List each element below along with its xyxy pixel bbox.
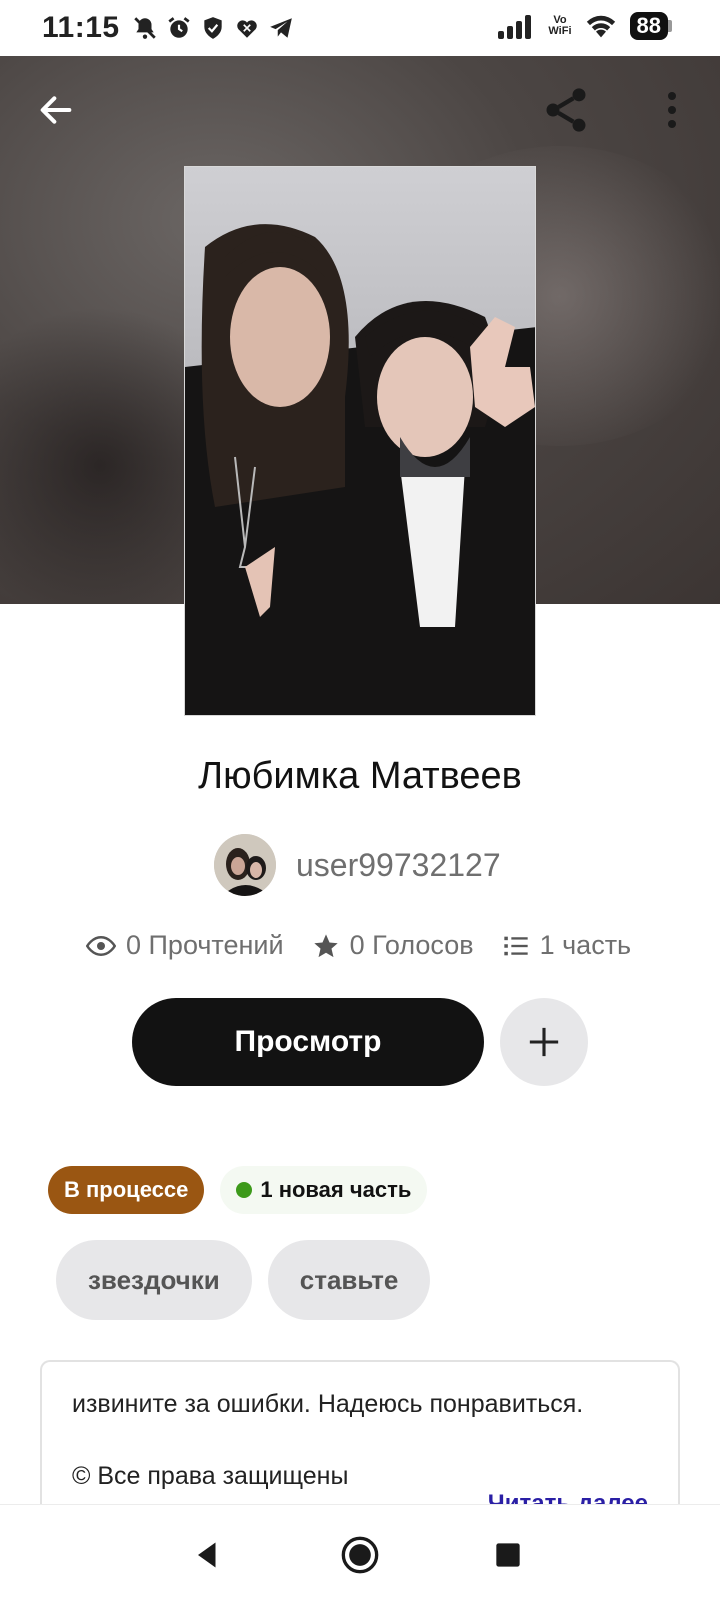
arrow-left-icon bbox=[40, 96, 72, 124]
battery-level: 88 bbox=[629, 12, 668, 40]
status-time: 11:15 bbox=[42, 11, 120, 44]
cover-photo bbox=[185, 167, 535, 715]
back-triangle-icon bbox=[198, 1542, 216, 1568]
add-to-library-button[interactable] bbox=[500, 998, 588, 1086]
parts-count: 1 часть bbox=[539, 930, 632, 960]
nav-home-button[interactable] bbox=[338, 1533, 382, 1577]
story-tags: звездочки ставьте bbox=[56, 1240, 431, 1320]
new-indicator-dot bbox=[236, 1182, 253, 1198]
parts-stat[interactable]: 1 часть bbox=[502, 930, 632, 961]
recents-square-icon bbox=[496, 1543, 520, 1567]
nav-back-button[interactable] bbox=[186, 1533, 230, 1577]
more-options-button[interactable] bbox=[642, 80, 702, 140]
author-link[interactable]: user99732127 bbox=[214, 834, 501, 896]
back-button[interactable] bbox=[26, 80, 86, 140]
story-cover-image[interactable] bbox=[184, 166, 536, 716]
share-icon bbox=[546, 88, 586, 132]
story-description: извините за ошибки. Надеюсь понравиться.… bbox=[40, 1360, 680, 1510]
battery-icon: 88 bbox=[629, 12, 672, 40]
tag-chip[interactable]: ставьте bbox=[267, 1240, 431, 1320]
share-button[interactable] bbox=[536, 80, 596, 140]
read-button[interactable]: Просмотр bbox=[132, 998, 484, 1086]
author-username: user99732127 bbox=[296, 846, 501, 883]
new-part-label: 1 новая часть bbox=[260, 1177, 412, 1202]
telegram-icon bbox=[269, 18, 292, 38]
reads-stat: 0 Прочтений bbox=[86, 930, 284, 961]
status-system-icons: Vo WiFi 88 bbox=[498, 12, 672, 40]
plus-icon bbox=[529, 1027, 559, 1057]
home-circle-icon bbox=[341, 1536, 379, 1574]
status-notification-icons bbox=[132, 15, 294, 41]
story-stats: 0 Прочтений 0 Голосов 1 часть bbox=[86, 930, 631, 961]
status-bar: 11:15 Vo WiFi 88 bbox=[0, 0, 720, 56]
alarm-icon bbox=[168, 17, 190, 38]
eye-icon bbox=[86, 935, 116, 956]
shield-icon bbox=[203, 17, 222, 39]
story-title: Любимка Матвеев bbox=[198, 755, 522, 797]
system-navigation-bar bbox=[0, 1504, 720, 1600]
votes-stat: 0 Голосов bbox=[312, 930, 474, 961]
votes-count: 0 Голосов bbox=[349, 930, 474, 960]
new-part-badge: 1 новая часть bbox=[220, 1166, 428, 1214]
star-icon bbox=[313, 933, 338, 957]
more-vertical-icon bbox=[668, 92, 676, 128]
status-badge: В процессе bbox=[48, 1166, 205, 1214]
wifi-icon bbox=[586, 15, 615, 38]
reads-count: 0 Прочтений bbox=[126, 930, 284, 960]
description-line: © Все права защищены bbox=[72, 1462, 349, 1490]
tag-chip[interactable]: звездочки bbox=[56, 1240, 252, 1320]
avatar bbox=[214, 834, 276, 896]
story-badges: В процессе 1 новая часть bbox=[48, 1166, 428, 1214]
signal-icon bbox=[498, 15, 532, 39]
heart-icon bbox=[236, 20, 257, 38]
description-line: извините за ошибки. Надеюсь понравиться. bbox=[72, 1390, 584, 1418]
mute-icon bbox=[133, 17, 156, 39]
nav-recents-button[interactable] bbox=[486, 1533, 530, 1577]
list-icon bbox=[503, 936, 528, 955]
volte-indicator: Vo WiFi bbox=[548, 14, 572, 37]
